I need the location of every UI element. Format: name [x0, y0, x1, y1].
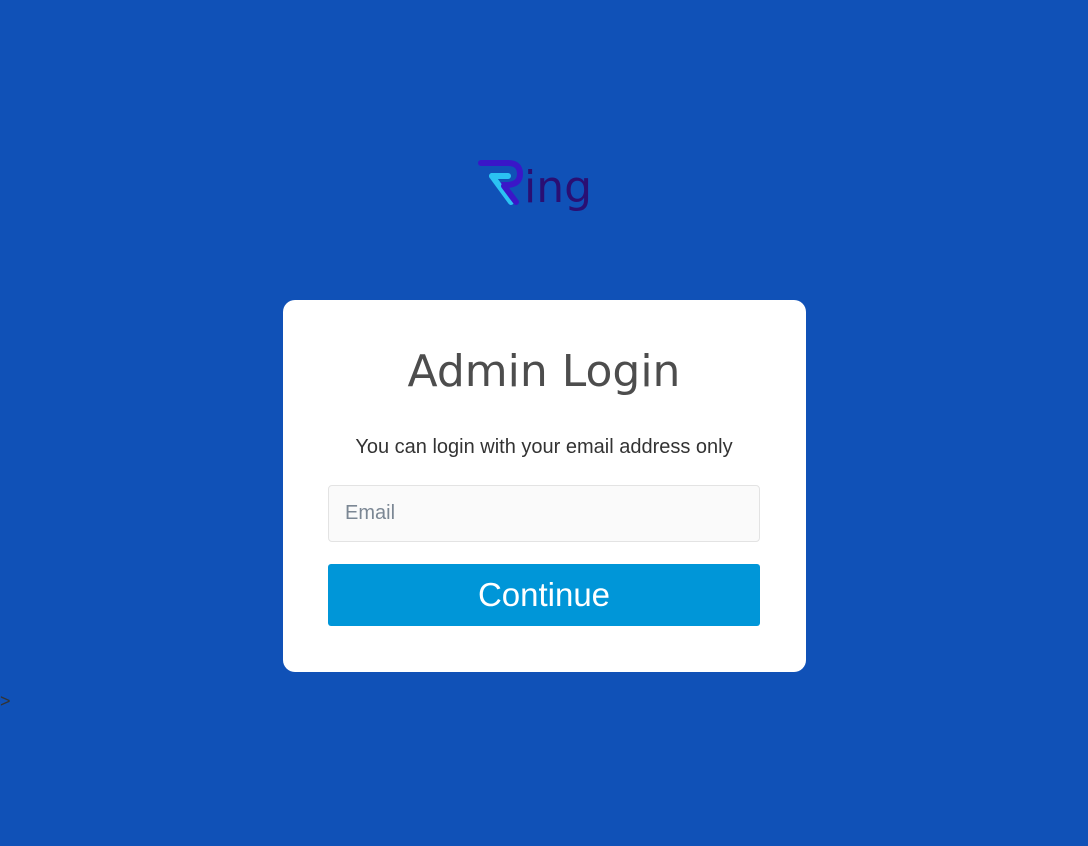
logo-wordmark: ing: [524, 162, 592, 213]
page-title: Admin Login: [407, 346, 681, 397]
ring-logo: ing: [478, 156, 612, 220]
stray-text: >: [0, 691, 11, 711]
continue-button[interactable]: Continue: [328, 564, 760, 626]
email-field[interactable]: [328, 485, 760, 542]
ring-logo-mark: ing: [478, 160, 592, 213]
login-subtitle: You can login with your email address on…: [355, 436, 733, 458]
